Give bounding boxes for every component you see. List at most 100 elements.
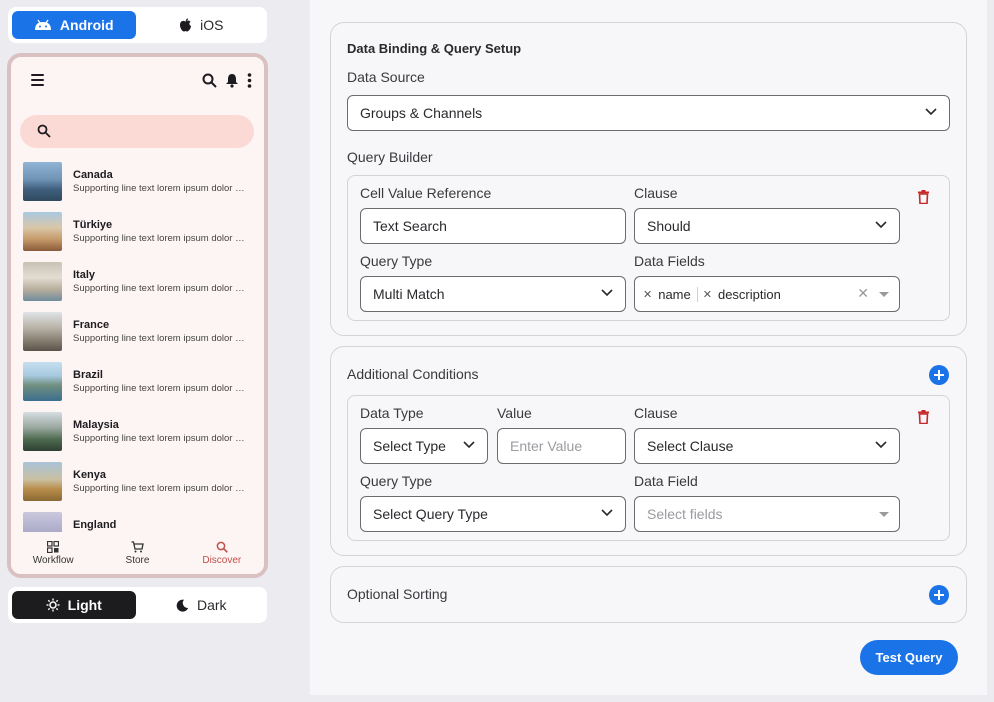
list-item-title: Brazil xyxy=(73,369,103,381)
canada-thumbnail xyxy=(23,162,62,201)
query-builder-label: Query Builder xyxy=(347,149,433,165)
value-placeholder: Enter Value xyxy=(510,438,583,454)
ios-label: iOS xyxy=(200,17,224,33)
chip-label: description xyxy=(717,286,781,302)
android-label: Android xyxy=(59,17,114,33)
bell-icon[interactable] xyxy=(225,73,239,88)
value-label: Value xyxy=(497,405,532,421)
clause-select[interactable]: Should xyxy=(634,208,900,244)
query-type-select[interactable]: Multi Match xyxy=(360,276,626,312)
list-item[interactable]: Italy Supporting line text lorem ipsum d… xyxy=(11,258,264,308)
data-field-chip: ✕ name xyxy=(643,287,691,302)
delete-icon[interactable] xyxy=(918,410,929,424)
list-item-title: France xyxy=(73,319,110,331)
workflow-icon xyxy=(47,540,60,553)
country-list: Canada Supporting line text lorem ipsum … xyxy=(11,158,264,558)
sun-icon xyxy=(46,598,60,612)
search-icon xyxy=(37,124,51,138)
data-type-select[interactable]: Select Type xyxy=(360,428,488,464)
list-item-subtitle: Supporting line text lorem ipsum dolor s… xyxy=(73,233,248,244)
condition-query-type-select[interactable]: Select Query Type xyxy=(360,496,626,532)
list-item-title: Türkiye xyxy=(73,219,113,231)
clause-value: Should xyxy=(647,218,691,234)
discover-search-icon xyxy=(216,541,228,553)
list-item-subtitle: Supporting line text lorem ipsum dolor s… xyxy=(73,283,248,294)
dropdown-caret-icon xyxy=(879,512,889,517)
nav-discover-label: Discover xyxy=(202,554,242,566)
cell-value-input[interactable]: Text Search xyxy=(360,208,626,244)
data-field-chip: ✕ description xyxy=(696,286,781,302)
value-input[interactable]: Enter Value xyxy=(497,428,626,464)
data-source-value: Groups & Channels xyxy=(360,105,483,121)
nav-store[interactable]: Store xyxy=(95,532,179,574)
chevron-down-icon xyxy=(925,108,937,116)
list-item-title: Malaysia xyxy=(73,419,119,431)
nav-store-label: Store xyxy=(125,554,150,566)
test-query-button[interactable]: Test Query xyxy=(860,640,958,675)
data-source-select[interactable]: Groups & Channels xyxy=(347,95,950,131)
data-fields-multiselect[interactable]: ✕ name ✕ description ✕ xyxy=(634,276,900,312)
list-item[interactable]: Brazil Supporting line text lorem ipsum … xyxy=(11,358,264,408)
list-item[interactable]: France Supporting line text lorem ipsum … xyxy=(11,308,264,358)
phone-search-bar[interactable] xyxy=(20,115,254,148)
phone-preview: Canada Supporting line text lorem ipsum … xyxy=(7,53,268,578)
cart-icon xyxy=(131,540,144,552)
query-config-panel: Data Binding & Query Setup Data Source G… xyxy=(310,0,987,695)
apple-icon xyxy=(180,18,192,32)
list-item-title: England xyxy=(73,519,117,531)
optional-sorting-title: Optional Sorting xyxy=(347,586,448,602)
theme-toggle: Light Dark xyxy=(8,587,267,623)
dropdown-caret-icon[interactable] xyxy=(879,292,889,297)
data-field-placeholder: Select fields xyxy=(647,506,723,522)
france-thumbnail xyxy=(23,312,62,351)
list-item[interactable]: Canada Supporting line text lorem ipsum … xyxy=(11,158,264,208)
list-item[interactable]: Kenya Supporting line text lorem ipsum d… xyxy=(11,458,264,508)
clear-all-icon[interactable]: ✕ xyxy=(857,285,869,302)
platform-toggle: Android iOS xyxy=(8,7,267,43)
condition-query-type-label: Query Type xyxy=(360,473,433,489)
nav-workflow[interactable]: Workflow xyxy=(11,532,95,574)
data-fields-label: Data Fields xyxy=(634,253,705,269)
list-item-title: Canada xyxy=(73,169,113,181)
query-type-value: Multi Match xyxy=(373,286,445,302)
query-type-label: Query Type xyxy=(360,253,433,269)
phone-bottom-nav: Workflow Store Discover xyxy=(11,532,264,574)
additional-conditions-card: Additional Conditions Data Type Select T… xyxy=(330,346,967,556)
clause-label: Clause xyxy=(634,185,678,201)
query-builder-group: Cell Value Reference Text Search Clause … xyxy=(347,175,950,321)
turkiye-thumbnail xyxy=(23,212,62,251)
light-label: Light xyxy=(67,597,102,613)
menu-icon[interactable] xyxy=(31,74,44,88)
android-tab[interactable]: Android xyxy=(12,11,136,39)
list-item-title: Kenya xyxy=(73,469,107,481)
android-icon xyxy=(34,19,51,30)
chevron-down-icon xyxy=(601,509,613,517)
italy-thumbnail xyxy=(23,262,62,301)
list-item-subtitle: Supporting line text lorem ipsum dolor s… xyxy=(73,433,248,444)
add-condition-icon[interactable] xyxy=(929,365,949,385)
dark-tab[interactable]: Dark xyxy=(140,591,264,619)
additional-conditions-title: Additional Conditions xyxy=(347,366,479,382)
data-field-select[interactable]: Select fields xyxy=(634,496,900,532)
light-tab[interactable]: Light xyxy=(12,591,136,619)
more-vert-icon[interactable] xyxy=(247,73,252,88)
search-icon[interactable] xyxy=(202,73,217,88)
list-item-subtitle: Supporting line text lorem ipsum dolor s… xyxy=(73,483,248,494)
remove-chip-icon[interactable]: ✕ xyxy=(703,288,712,301)
list-item-subtitle: Supporting line text lorem ipsum dolor s… xyxy=(73,383,248,394)
cell-value-value: Text Search xyxy=(373,218,447,234)
chevron-down-icon xyxy=(601,289,613,297)
add-sorting-icon[interactable] xyxy=(929,585,949,605)
list-item[interactable]: Türkiye Supporting line text lorem ipsum… xyxy=(11,208,264,258)
remove-chip-icon[interactable]: ✕ xyxy=(643,288,652,301)
list-item[interactable]: Malaysia Supporting line text lorem ipsu… xyxy=(11,408,264,458)
chevron-down-icon xyxy=(463,441,475,449)
chip-label: name xyxy=(658,286,691,302)
delete-icon[interactable] xyxy=(918,190,929,204)
list-item-subtitle: Supporting line text lorem ipsum dolor s… xyxy=(73,183,248,194)
condition-clause-select[interactable]: Select Clause xyxy=(634,428,900,464)
moon-icon xyxy=(176,599,189,612)
brazil-thumbnail xyxy=(23,362,62,401)
ios-tab[interactable]: iOS xyxy=(140,11,264,39)
nav-discover[interactable]: Discover xyxy=(180,532,264,574)
